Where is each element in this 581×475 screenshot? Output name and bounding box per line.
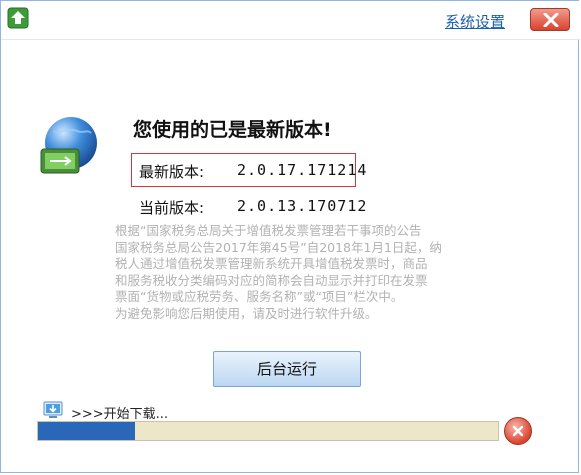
download-progress-fill [38, 422, 135, 440]
download-status-text: >>>开始下载... [71, 407, 169, 422]
background-run-button[interactable]: 后台运行 [213, 351, 361, 387]
policy-notice: 根据“国家税务总局关于增值税发票管理若干事项的公告 国家税务总局公告2017年第… [115, 223, 495, 322]
title-bar: 系统设置 [1, 1, 580, 40]
current-version-value: 2.0.13.170712 [237, 197, 368, 215]
update-dialog: 系统设置 您使用的已是最新版本! 最新版本: 2.0.17.171214 当前版… [0, 0, 580, 473]
close-icon [543, 13, 559, 27]
latest-version-value: 2.0.17.171214 [237, 161, 368, 179]
notice-line: 为避免影响您后期使用，请及时进行软件升级。 [115, 305, 378, 321]
cancel-icon [512, 425, 524, 437]
download-icon [43, 401, 63, 419]
system-settings-link[interactable]: 系统设置 [445, 11, 505, 32]
notice-line: 税人通过增值税发票管理新系统开具增值税发票时，商品 [115, 256, 428, 271]
current-version-label: 当前版本: [139, 199, 205, 217]
latest-version-label: 最新版本: [139, 163, 205, 181]
globe-computer-icon [37, 113, 103, 179]
notice-line: 根据“国家税务总局关于增值税发票管理若干事项的公告 [115, 223, 422, 238]
download-progress-bar [37, 421, 499, 441]
cancel-download-button[interactable] [504, 417, 532, 445]
notice-line: 国家税务总局公告2017年第45号”自2018年1月1日起，纳 [115, 239, 442, 255]
status-headline: 您使用的已是最新版本! [133, 119, 332, 141]
notice-line: 和服务税收分类编码对应的简称会自动显示并打印在发票 [115, 272, 428, 288]
close-button[interactable] [530, 8, 570, 31]
upload-arrow-icon [7, 7, 29, 29]
notice-line: 票面“货物或应税劳务、服务名称”或“项目”栏次中。 [115, 289, 404, 304]
